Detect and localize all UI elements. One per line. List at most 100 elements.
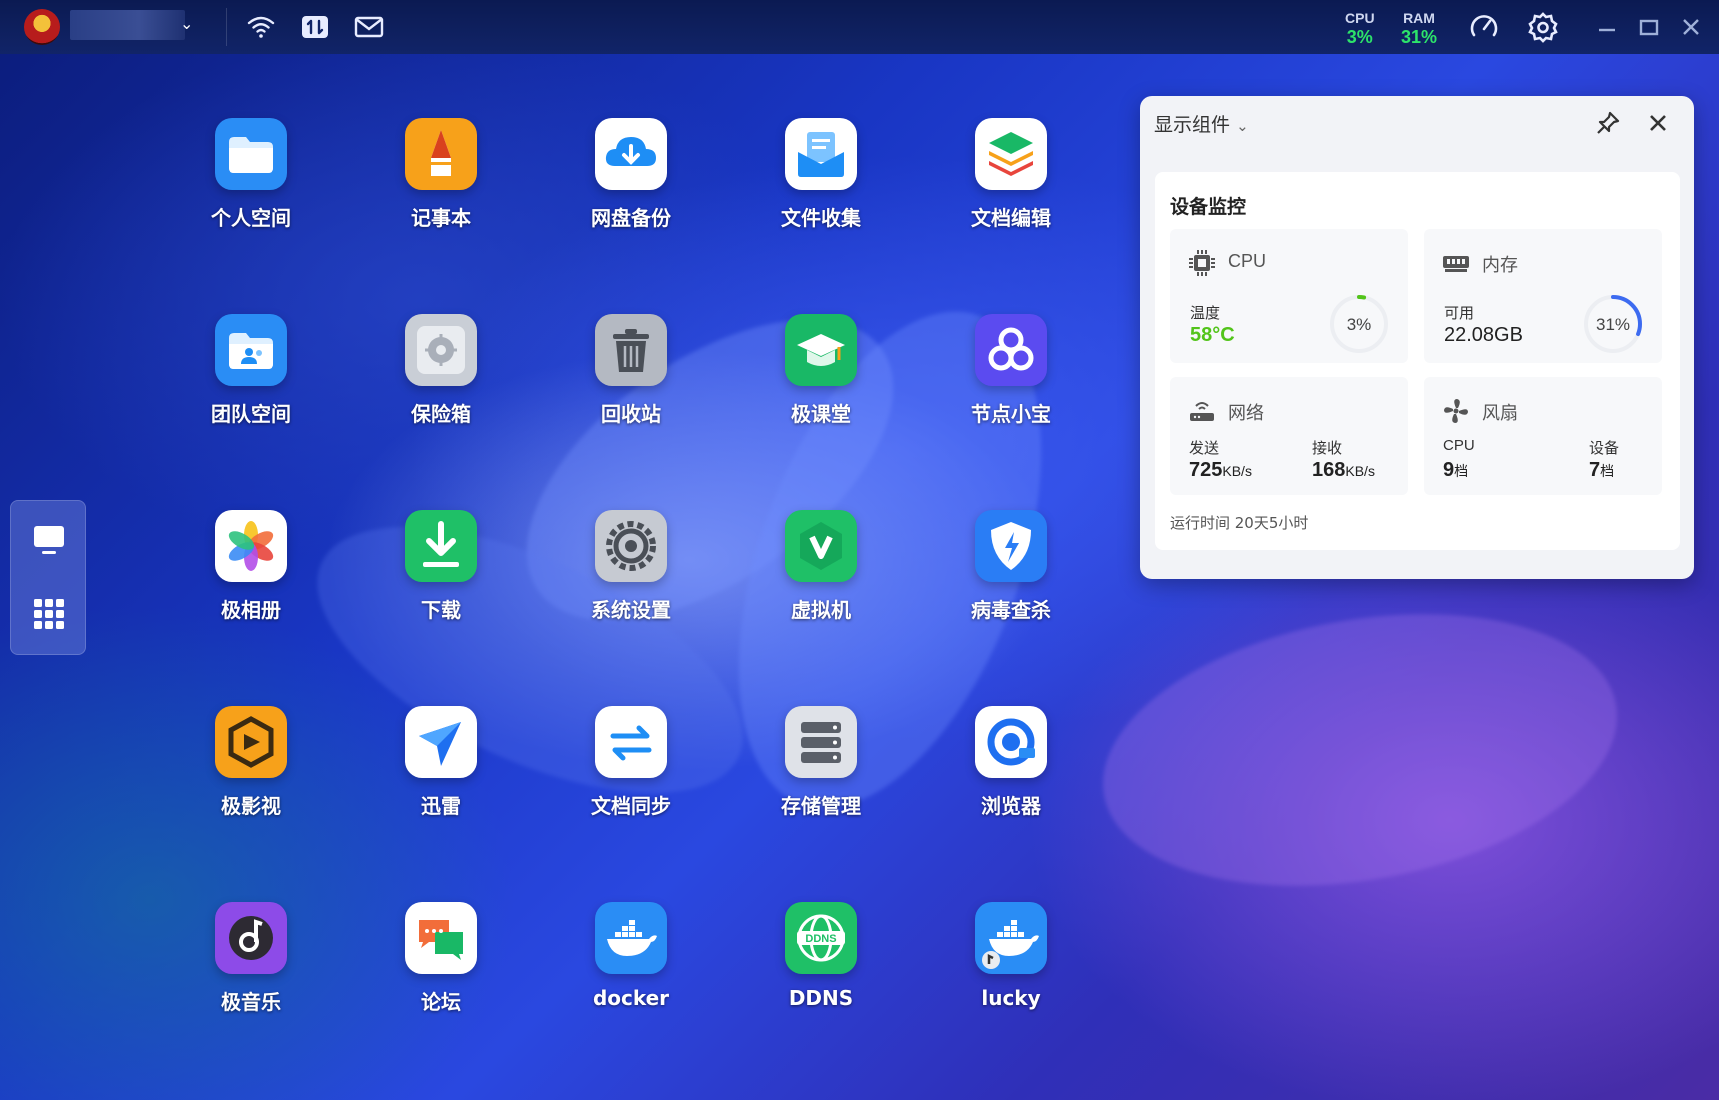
app-label: 文档编辑 [971,206,1051,230]
fan-tile[interactable]: 风扇 CPU 9档 设备 7档 [1424,377,1662,495]
chevron-down-icon: ⌄ [1236,117,1249,135]
maximize-icon[interactable] [1636,14,1662,40]
safe-icon [405,314,477,386]
cpu-usage-text: 3% [1347,315,1372,334]
send-label: 发送 [1189,440,1220,457]
mail-icon[interactable] [354,13,384,41]
app-ddns[interactable]: DDNS DDNS [756,902,886,1010]
app-folder[interactable]: 个人空间 [186,118,316,231]
dashboard-icon[interactable] [1468,11,1500,43]
classroom-icon [785,314,857,386]
widget-panel: 显示组件 ⌄ 设备监控 CPU 温度 58°C 3% 内存 可用 22.08GB… [1140,96,1694,579]
storage-icon [785,706,857,778]
widget-selector[interactable]: 显示组件 ⌄ [1154,110,1249,137]
memory-icon [1442,249,1470,277]
lucky-icon [975,902,1047,974]
fan-device-value: 7 [1589,459,1601,481]
app-label: 浏览器 [981,794,1041,818]
app-system-settings[interactable]: 系统设置 [566,510,696,623]
antivirus-icon [975,510,1047,582]
app-doc-edit[interactable]: 文档编辑 [946,118,1076,231]
app-label: 极影视 [221,794,281,818]
app-forum[interactable]: 论坛 [376,902,506,1015]
available-value: 22.08GB [1444,324,1523,346]
cpu-usage-indicator: CPU 3% [1345,10,1375,48]
browser-icon [975,706,1047,778]
avatar[interactable] [24,9,60,45]
app-file-collect[interactable]: 文件收集 [756,118,886,231]
temp-label: 温度 [1190,305,1221,322]
app-label: 系统设置 [591,598,671,622]
app-download[interactable]: 下载 [376,510,506,623]
svg-text:DDNS: DDNS [805,933,836,945]
app-vm[interactable]: 虚拟机 [756,510,886,623]
fan-cpu-label: CPU [1443,437,1475,454]
app-photos[interactable]: 极相册 [186,510,316,623]
app-label: 记事本 [411,206,471,230]
close-icon[interactable] [1645,110,1671,136]
video-icon [215,706,287,778]
photos-icon [215,510,287,582]
left-dock [10,500,86,655]
desktop-icon[interactable] [32,523,66,557]
pin-icon[interactable] [1595,110,1621,136]
ddns-icon: DDNS [785,902,857,974]
memory-tile-title: 内存 [1482,255,1518,275]
thunder-icon [405,706,477,778]
cpu-value: 3% [1346,27,1373,47]
app-label: 节点小宝 [971,402,1051,426]
cpu-label: CPU [1345,10,1375,26]
app-thunder[interactable]: 迅雷 [376,706,506,819]
app-label: 迅雷 [421,794,461,818]
send-value: 725 [1189,459,1223,481]
app-video[interactable]: 极影视 [186,706,316,819]
app-music[interactable]: 极音乐 [186,902,316,1015]
app-label: 团队空间 [211,402,291,426]
app-label: 网盘备份 [591,206,671,230]
settings-icon[interactable] [1527,11,1559,43]
available-label: 可用 [1444,305,1475,322]
send-unit: KB/s [1222,463,1252,479]
memory-tile[interactable]: 内存 可用 22.08GB 31% [1424,229,1662,363]
cloud-backup-icon [595,118,667,190]
fan-device-label: 设备 [1589,440,1620,457]
app-team-folder[interactable]: 团队空间 [186,314,316,427]
app-notepad[interactable]: 记事本 [376,118,506,231]
receive-value: 168 [1312,459,1346,481]
network-tile-title: 网络 [1228,403,1264,423]
app-lucky[interactable]: lucky [946,902,1076,1010]
apps-grid-icon[interactable] [32,597,66,631]
fan-device-unit: 档 [1600,463,1615,479]
receive-unit: KB/s [1345,463,1375,479]
window-close-icon[interactable] [1678,14,1704,40]
ram-value: 31% [1401,27,1438,47]
app-trash[interactable]: 回收站 [566,314,696,427]
app-safe[interactable]: 保险箱 [376,314,506,427]
receive-rate: 168KB/s [1312,459,1375,482]
topbar-divider [226,8,227,46]
device-monitor-card: 设备监控 CPU 温度 58°C 3% 内存 可用 22.08GB 31% 网络… [1155,172,1680,550]
cpu-usage-ring: 3% [1330,295,1388,353]
app-node[interactable]: 节点小宝 [946,314,1076,427]
send-rate: 725KB/s [1189,459,1252,482]
transfer-icon[interactable] [300,13,330,41]
app-docker[interactable]: docker [566,902,696,1010]
username-redacted[interactable] [70,10,185,40]
trash-icon [595,314,667,386]
app-sync[interactable]: 文档同步 [566,706,696,819]
app-storage[interactable]: 存储管理 [756,706,886,819]
app-cloud-backup[interactable]: 网盘备份 [566,118,696,231]
wifi-icon[interactable] [246,13,276,41]
chip-icon [1188,249,1216,277]
app-classroom[interactable]: 极课堂 [756,314,886,427]
team-folder-icon [215,314,287,386]
cpu-tile[interactable]: CPU 温度 58°C 3% [1170,229,1408,363]
network-tile[interactable]: 网络 发送 725KB/s 接收 168KB/s [1170,377,1408,495]
app-label: 保险箱 [411,402,471,426]
app-browser[interactable]: 浏览器 [946,706,1076,819]
fan-icon [1442,397,1470,425]
user-menu-chevron-icon[interactable]: ⌄ [180,14,193,33]
app-antivirus[interactable]: 病毒查杀 [946,510,1076,623]
minimize-icon[interactable] [1594,14,1620,40]
fan-cpu-value: 9 [1443,459,1455,481]
